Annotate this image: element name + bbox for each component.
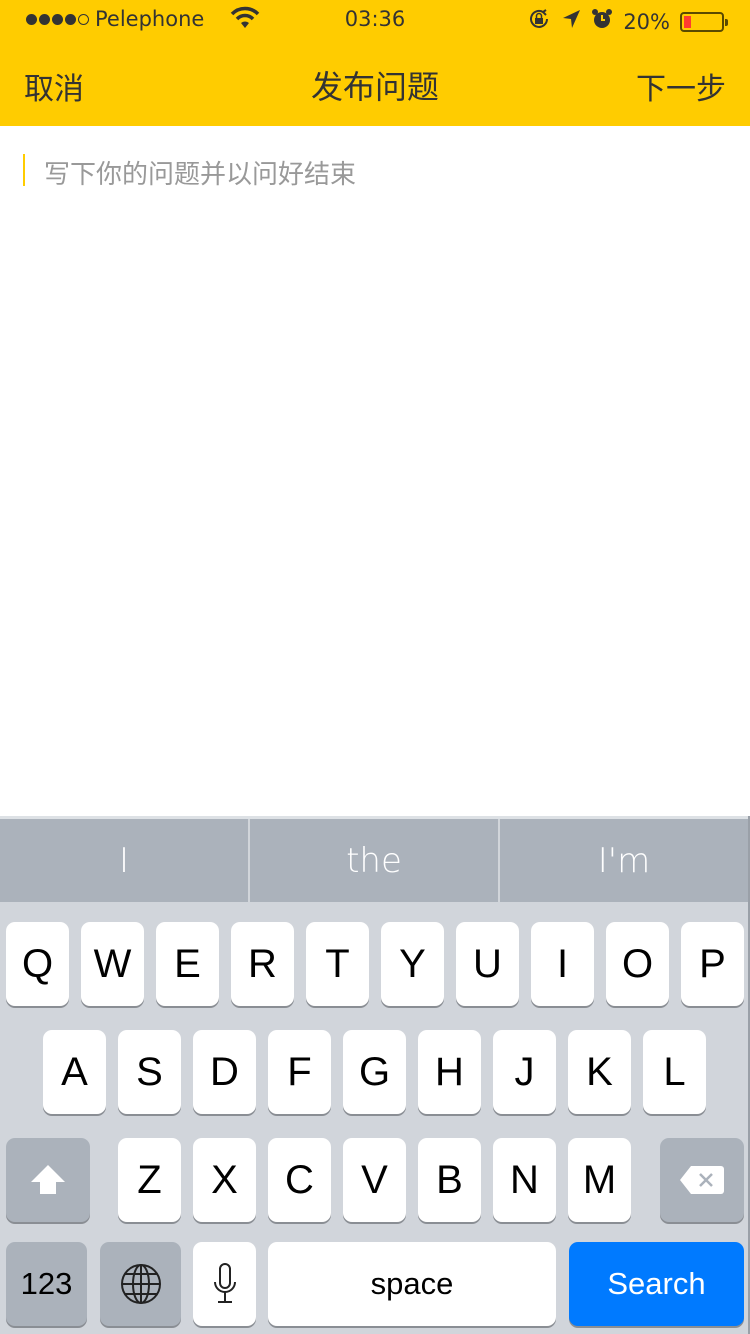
key-j[interactable]: J [493,1030,556,1114]
key-r[interactable]: R [231,922,294,1006]
predictive-bar: I the I'm [0,816,748,902]
key-a[interactable]: A [43,1030,106,1114]
key-x[interactable]: X [193,1138,256,1222]
battery-level [684,15,692,28]
key-y[interactable]: Y [381,922,444,1006]
key-m[interactable]: M [568,1138,631,1222]
key-i[interactable]: I [531,922,594,1006]
key-d[interactable]: D [193,1030,256,1114]
key-o[interactable]: O [606,922,669,1006]
alarm-icon [591,8,613,35]
key-p[interactable]: P [681,922,744,1006]
key-f[interactable]: F [268,1030,331,1114]
key-n[interactable]: N [493,1138,556,1222]
microphone-icon [213,1263,236,1303]
globe-icon [120,1264,161,1304]
status-bar: Pelephone 03:36 20% [0,0,750,40]
key-k[interactable]: K [568,1030,631,1114]
prediction-item[interactable]: the [250,819,500,902]
keyboard: I the I'm Q W E R T Y U I O P A S D F G H J K L Z X C V B N M 123 s… [0,816,750,1334]
delete-key[interactable] [660,1138,744,1222]
key-h[interactable]: H [418,1030,481,1114]
key-g[interactable]: G [343,1030,406,1114]
key-v[interactable]: V [343,1138,406,1222]
prediction-item[interactable]: I [0,819,250,902]
rotation-lock-icon [527,7,551,36]
shift-icon [31,1165,65,1194]
key-b[interactable]: B [418,1138,481,1222]
question-text-area[interactable]: 写下你的问题并以问好结束 [0,126,750,816]
key-u[interactable]: U [456,922,519,1006]
key-t[interactable]: T [306,922,369,1006]
shift-key[interactable] [6,1138,90,1222]
text-cursor [23,154,25,186]
numbers-key[interactable]: 123 [6,1242,87,1326]
key-q[interactable]: Q [6,922,69,1006]
key-l[interactable]: L [643,1030,706,1114]
search-key[interactable]: Search [569,1242,744,1326]
battery-icon [680,11,728,32]
header: Pelephone 03:36 20% 取消 发布问题 下一步 [0,0,750,126]
key-z[interactable]: Z [118,1138,181,1222]
key-c[interactable]: C [268,1138,331,1222]
battery-percent: 20% [623,9,670,34]
key-w[interactable]: W [81,922,144,1006]
location-arrow-icon [561,8,581,35]
space-key[interactable]: space [268,1242,556,1326]
globe-key[interactable] [100,1242,181,1326]
next-step-button[interactable]: 下一步 [636,64,726,108]
dictation-key[interactable] [193,1242,256,1326]
backspace-icon [680,1166,724,1194]
question-placeholder: 写下你的问题并以问好结束 [44,160,357,190]
navigation-bar: 取消 发布问题 下一步 [0,40,750,126]
status-right: 20% [527,7,728,36]
key-s[interactable]: S [118,1030,181,1114]
prediction-item[interactable]: I'm [500,819,748,902]
key-e[interactable]: E [156,922,219,1006]
